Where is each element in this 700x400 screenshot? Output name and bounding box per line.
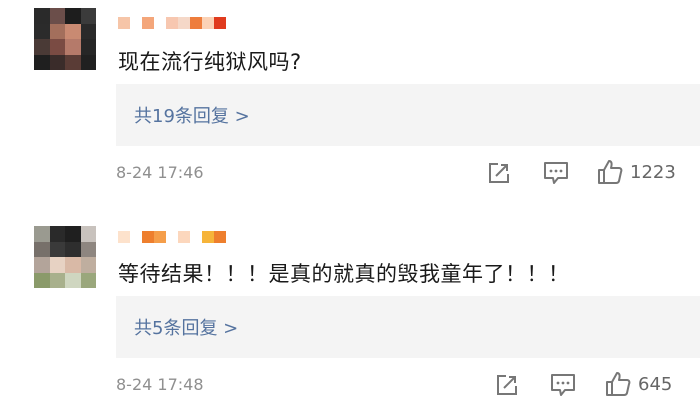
username-pixel [142,231,154,243]
username-pixel [166,231,178,243]
view-replies-button[interactable]: 共5条回复 > [116,296,700,358]
thumbs-up-icon [606,372,631,396]
share-button[interactable] [494,372,520,398]
comment-text: 等待结果！！！是真的就真的毁我童年了！！！ [118,262,570,286]
username-pixel [214,231,226,243]
avatar-pixel [65,226,81,242]
avatar-pixel [34,241,50,257]
username-pixel [190,231,202,243]
username-pixel [154,231,166,243]
username-pixel [202,231,214,243]
avatar-pixel [34,257,50,273]
avatar-pixel [49,226,65,242]
comment-icon [551,374,575,396]
avatar-pixel [65,272,81,288]
share-icon [497,375,517,395]
avatar-pixel [65,257,81,273]
avatar-pixel [49,272,65,288]
comment-item: 等待结果！！！是真的就真的毁我童年了！！！ 共5条回复 > 8-24 17:48… [0,0,700,400]
avatar-pixel [80,272,96,288]
avatar-pixel [34,226,50,242]
comment-timestamp: 8-24 17:48 [116,375,204,394]
like-button[interactable]: 645 [604,370,672,398]
username-pixel [130,231,142,243]
avatar[interactable] [34,226,96,288]
comment-button[interactable] [549,372,577,398]
avatar-pixel [80,257,96,273]
avatar-pixel [65,241,81,257]
comment-page: { "comments": [ { "text": "现在流行纯狱风吗?", "… [0,0,700,400]
avatar-pixel [49,257,65,273]
username-pixel [178,231,190,243]
like-count: 645 [638,373,673,395]
avatar-pixel [49,241,65,257]
avatar-pixel [34,272,50,288]
avatar-pixel [80,241,96,257]
username-pixel [118,231,130,243]
username-blurred[interactable] [118,224,226,250]
avatar-pixel [80,226,96,242]
